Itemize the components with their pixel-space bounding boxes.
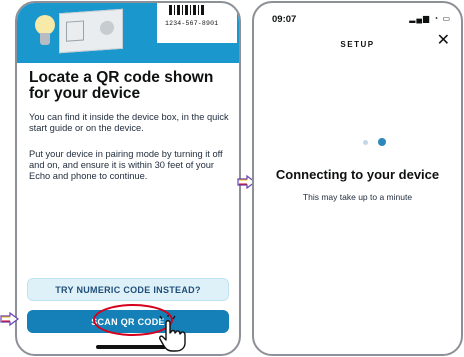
try-numeric-code-button[interactable]: TRY NUMERIC CODE INSTEAD? xyxy=(27,278,229,301)
right-phone-screen: 09:07 ▂▄▆ ◔ ▭ SETUP ✕ Connecting to your… xyxy=(252,1,463,356)
header-title: SETUP xyxy=(340,40,375,49)
page-title: Locate a QR code shown for your device xyxy=(29,69,214,102)
scan-qr-code-button[interactable]: SCAN QR CODE xyxy=(27,304,229,336)
light-bulb-base xyxy=(40,33,50,45)
close-icon[interactable]: ✕ xyxy=(437,33,450,49)
try-numeric-code-label: TRY NUMERIC CODE INSTEAD? xyxy=(55,284,201,295)
light-bulb-icon xyxy=(35,15,55,35)
quick-start-guide-icon xyxy=(59,8,123,54)
connecting-title: Connecting to your device xyxy=(275,167,440,182)
progress-dot-inactive xyxy=(363,140,368,145)
qr-label-code: 1234-567-8901 xyxy=(165,20,219,27)
instructions-location: You can find it inside the device box, i… xyxy=(29,112,229,134)
arrow-right-icon xyxy=(0,312,19,326)
qr-label-card: 1234-567-8901 xyxy=(157,3,237,43)
guide-text-block xyxy=(66,20,84,42)
connecting-subtitle: This may take up to a minute xyxy=(302,192,413,202)
status-time: 09:07 xyxy=(272,14,297,25)
setup-illustration: 1234-567-8901 xyxy=(17,3,239,63)
status-icons: ▂▄▆ ◔ ▭ xyxy=(409,14,451,23)
guide-qr-spot xyxy=(100,20,114,36)
progress-dot-active xyxy=(378,138,386,146)
hand-pointer-icon xyxy=(159,315,186,352)
instructions-pairing: Put your device in pairing mode by turni… xyxy=(29,149,223,182)
left-phone-screen: 1234-567-8901 Locate a QR code shown for… xyxy=(15,1,241,356)
qr-code-image xyxy=(169,5,205,15)
